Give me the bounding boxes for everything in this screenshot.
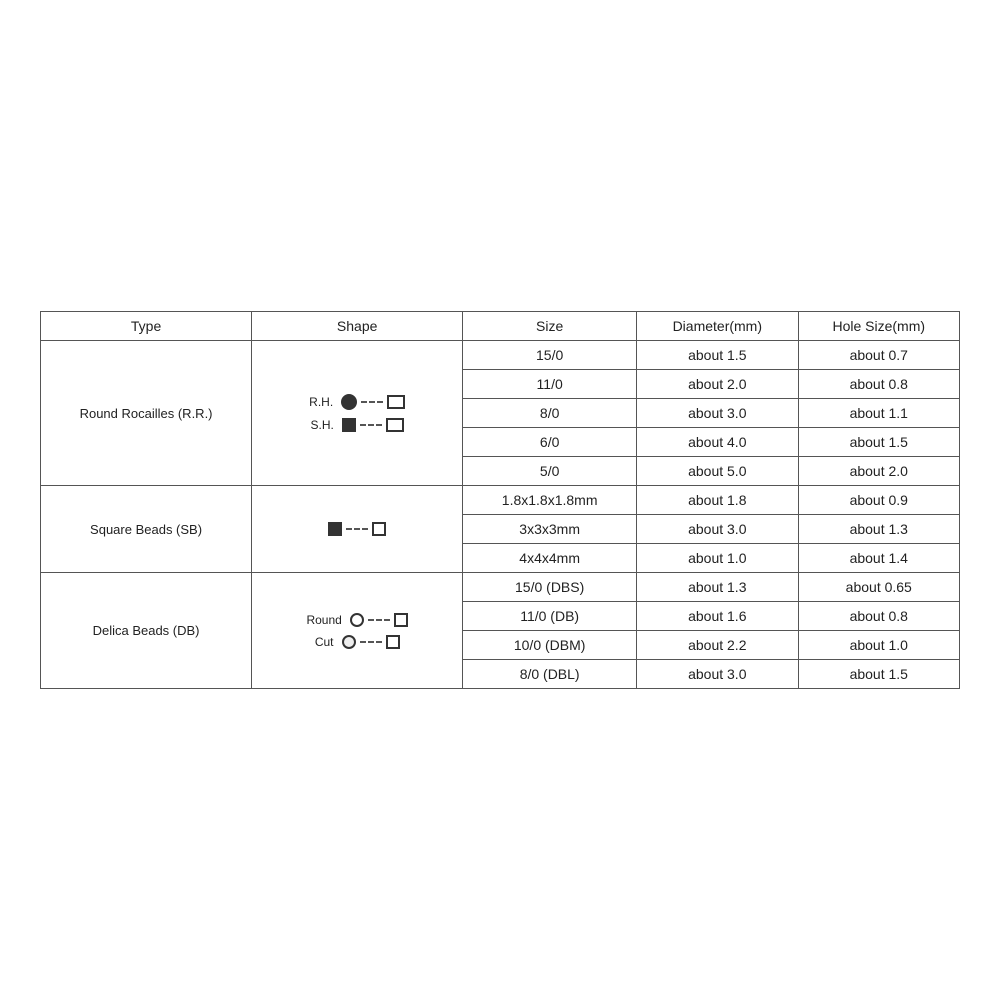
diameter-cell: about 1.3 <box>637 573 798 602</box>
db-cut-dotted <box>360 641 382 643</box>
hole-cell: about 1.0 <box>798 631 959 660</box>
db-round-bead <box>350 613 364 627</box>
hole-cell: about 1.4 <box>798 544 959 573</box>
diameter-cell: about 3.0 <box>637 660 798 689</box>
db-round-shape: Round <box>262 613 452 627</box>
diameter-cell: about 1.6 <box>637 602 798 631</box>
size-cell: 3x3x3mm <box>463 515 637 544</box>
header-size: Size <box>463 312 637 341</box>
hole-cell: about 1.5 <box>798 428 959 457</box>
diameter-cell: about 5.0 <box>637 457 798 486</box>
sb-shape <box>262 522 452 536</box>
rh-label: R.H. <box>309 395 333 409</box>
size-cell: 10/0 (DBM) <box>463 631 637 660</box>
db-round-sq-outline <box>394 613 408 627</box>
header-diameter: Diameter(mm) <box>637 312 798 341</box>
table-row: Delica Beads (DB) Round Cut <box>41 573 960 602</box>
hole-cell: about 0.9 <box>798 486 959 515</box>
size-cell: 4x4x4mm <box>463 544 637 573</box>
header-hole: Hole Size(mm) <box>798 312 959 341</box>
size-cell: 15/0 <box>463 341 637 370</box>
db-round-dotted <box>368 619 390 621</box>
shape-square-beads <box>252 486 463 573</box>
table-row: Square Beads (SB) 1.8x1.8x1.8mm about 1.… <box>41 486 960 515</box>
hole-cell: about 0.7 <box>798 341 959 370</box>
header-type: Type <box>41 312 252 341</box>
sb-square-outline <box>372 522 386 536</box>
db-cut-sq-outline <box>386 635 400 649</box>
shape-delica-beads: Round Cut <box>252 573 463 689</box>
page-wrapper: Type Shape Size Diameter(mm) Hole Size(m… <box>40 311 960 689</box>
rh-dotted-line <box>361 401 383 403</box>
hole-cell: about 0.8 <box>798 370 959 399</box>
size-cell: 5/0 <box>463 457 637 486</box>
header-shape: Shape <box>252 312 463 341</box>
sh-shape: S.H. <box>262 418 452 432</box>
rh-rect-bead <box>387 395 405 409</box>
shape-round-rocailles: R.H. S.H. <box>252 341 463 486</box>
db-cut-label: Cut <box>315 635 334 649</box>
diameter-cell: about 1.8 <box>637 486 798 515</box>
bead-reference-table: Type Shape Size Diameter(mm) Hole Size(m… <box>40 311 960 689</box>
size-cell: 11/0 (DB) <box>463 602 637 631</box>
size-cell: 11/0 <box>463 370 637 399</box>
sh-dotted-line <box>360 424 382 426</box>
type-delica-beads: Delica Beads (DB) <box>41 573 252 689</box>
db-cut-shape: Cut <box>262 635 452 649</box>
diameter-cell: about 3.0 <box>637 399 798 428</box>
hole-cell: about 2.0 <box>798 457 959 486</box>
diameter-cell: about 1.0 <box>637 544 798 573</box>
diameter-cell: about 2.0 <box>637 370 798 399</box>
size-cell: 15/0 (DBS) <box>463 573 637 602</box>
size-cell: 8/0 <box>463 399 637 428</box>
size-cell: 1.8x1.8x1.8mm <box>463 486 637 515</box>
hole-cell: about 0.8 <box>798 602 959 631</box>
rh-round-bead <box>341 394 357 410</box>
db-round-label: Round <box>306 613 341 627</box>
sb-square-solid <box>328 522 342 536</box>
size-cell: 6/0 <box>463 428 637 457</box>
db-cut-bead <box>342 635 356 649</box>
hole-cell: about 1.1 <box>798 399 959 428</box>
table-row: Round Rocailles (R.R.) R.H. S.H. <box>41 341 960 370</box>
sh-label: S.H. <box>310 418 333 432</box>
rh-shape: R.H. <box>262 394 452 410</box>
diameter-cell: about 3.0 <box>637 515 798 544</box>
hole-cell: about 1.3 <box>798 515 959 544</box>
diameter-cell: about 4.0 <box>637 428 798 457</box>
type-square-beads: Square Beads (SB) <box>41 486 252 573</box>
hole-cell: about 1.5 <box>798 660 959 689</box>
diameter-cell: about 1.5 <box>637 341 798 370</box>
diameter-cell: about 2.2 <box>637 631 798 660</box>
sb-dotted-line <box>346 528 368 530</box>
sh-rect-bead <box>386 418 404 432</box>
size-cell: 8/0 (DBL) <box>463 660 637 689</box>
type-round-rocailles: Round Rocailles (R.R.) <box>41 341 252 486</box>
sh-square-bead <box>342 418 356 432</box>
hole-cell: about 0.65 <box>798 573 959 602</box>
